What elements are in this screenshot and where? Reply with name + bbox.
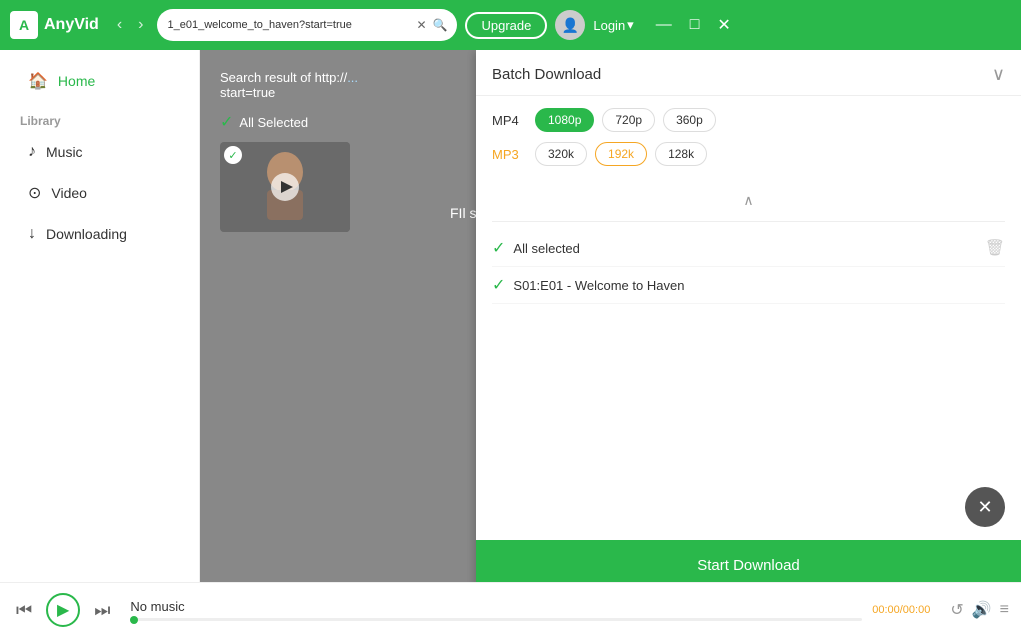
sidebar-music-label: Music: [46, 144, 83, 160]
sidebar: 🏠 Home Library ♪ Music ⊙ Video ↓ Downloa…: [0, 50, 200, 582]
player-bar: ⏮ ▶ ⏭ No music 00:00/00:00 ↺ 🔊 ≡: [0, 582, 1021, 637]
sidebar-video-label: Video: [51, 185, 87, 201]
batch-collapse-button[interactable]: ∨: [992, 64, 1005, 85]
table-row: ✓ S01:E01 - Welcome to Haven: [492, 267, 1005, 304]
mp4-row: MP4 1080p 720p 360p: [492, 108, 1005, 132]
logo-area: A AnyVid: [10, 11, 99, 39]
start-download-button[interactable]: Start Download: [476, 540, 1021, 582]
progress-dot: [130, 616, 138, 624]
login-button[interactable]: Login ▾: [593, 17, 633, 33]
url-text: 1_e01_welcome_to_haven?start=true: [167, 19, 410, 31]
resolution-1080p-button[interactable]: 1080p: [535, 108, 594, 132]
sidebar-item-downloading[interactable]: ↓ Downloading: [8, 215, 191, 253]
playlist-button[interactable]: ≡: [1000, 601, 1009, 619]
all-selected-check-icon: ✓: [220, 112, 233, 132]
repeat-button[interactable]: ↺: [950, 600, 963, 620]
content-area: Search result of http://... start=true ✓…: [200, 50, 1021, 582]
forward-button[interactable]: ›: [132, 14, 149, 36]
play-icon: ▶: [57, 600, 69, 620]
main-area: 🏠 Home Library ♪ Music ⊙ Video ↓ Downloa…: [0, 50, 1021, 582]
app-name: AnyVid: [44, 16, 99, 34]
close-circle-icon: ✕: [977, 497, 992, 518]
url-clear-button[interactable]: ✕: [416, 18, 426, 32]
music-icon: ♪: [28, 143, 36, 161]
format-section: MP4 1080p 720p 360p MP3 320k 192k 128k: [476, 96, 1021, 188]
video-icon: ⊙: [28, 183, 41, 203]
sidebar-item-video[interactable]: ⊙ Video: [8, 173, 191, 213]
sidebar-downloading-label: Downloading: [46, 226, 127, 242]
logo-icon: A: [10, 11, 38, 39]
player-time: 00:00/00:00: [872, 604, 930, 616]
item-check-icon: ✓: [492, 275, 505, 295]
video-thumbnail: ✓: [220, 142, 350, 232]
player-progress[interactable]: [130, 618, 862, 621]
app-window: A AnyVid ‹ › 1_e01_welcome_to_haven?star…: [0, 0, 1021, 637]
prev-track-icon: ⏮: [16, 600, 32, 620]
mp3-row: MP3 320k 192k 128k: [492, 142, 1005, 166]
resolution-720p-button[interactable]: 720p: [602, 108, 655, 132]
next-track-icon: ⏭: [94, 600, 110, 620]
nav-arrows: ‹ ›: [111, 14, 150, 36]
repeat-icon: ↺: [950, 602, 963, 619]
bitrate-128k-button[interactable]: 128k: [655, 142, 707, 166]
window-controls: — □ ✕: [650, 13, 737, 37]
title-bar: A AnyVid ‹ › 1_e01_welcome_to_haven?star…: [0, 0, 1021, 50]
bitrate-320k-button[interactable]: 320k: [535, 142, 587, 166]
volume-button[interactable]: 🔊: [972, 600, 992, 620]
bitrate-192k-button[interactable]: 192k: [595, 142, 647, 166]
item-label: S01:E01 - Welcome to Haven: [513, 278, 1005, 293]
maximize-button[interactable]: □: [684, 13, 706, 37]
all-selected-row: ✓ All selected 🗑: [492, 230, 1005, 267]
mp3-label: MP3: [492, 147, 527, 162]
play-button[interactable]: ▶: [46, 593, 80, 627]
library-heading: Library: [0, 102, 199, 132]
sidebar-item-music[interactable]: ♪ Music: [8, 133, 191, 171]
thumbnail-check-icon: ✓: [224, 146, 242, 164]
close-panel-button[interactable]: ✕: [965, 487, 1005, 527]
all-selected-item-check-icon: ✓: [492, 238, 505, 258]
player-actions: ↺ 🔊 ≡: [950, 600, 1009, 620]
delete-all-button[interactable]: 🗑: [985, 238, 1005, 258]
search-icon[interactable]: 🔍: [433, 18, 448, 32]
resolution-360p-button[interactable]: 360p: [663, 108, 716, 132]
url-bar: 1_e01_welcome_to_haven?start=true ✕ 🔍: [157, 9, 457, 41]
batch-header: Batch Download ∨: [476, 50, 1021, 96]
upgrade-button[interactable]: Upgrade: [465, 12, 547, 39]
avatar-icon: 👤: [562, 17, 579, 34]
chevron-up-icon: ∧: [743, 192, 753, 209]
home-icon: 🏠: [28, 71, 48, 91]
prev-track-button[interactable]: ⏮: [12, 596, 36, 625]
minimize-button[interactable]: —: [650, 13, 678, 37]
close-button[interactable]: ✕: [711, 13, 736, 37]
sidebar-item-home[interactable]: 🏠 Home: [8, 61, 191, 101]
dropdown-arrow-icon: ▾: [627, 17, 634, 33]
next-track-button[interactable]: ⏭: [90, 596, 114, 625]
avatar: 👤: [555, 10, 585, 40]
all-selected-label: All Selected: [239, 115, 308, 130]
batch-title: Batch Download: [492, 66, 601, 83]
chevron-up-button[interactable]: ∧: [476, 188, 1021, 213]
all-selected-item-label: All selected: [513, 241, 984, 256]
format-divider: [492, 221, 1005, 222]
batch-download-panel: Batch Download ∨ MP4 1080p 720p 360p MP3…: [476, 50, 1021, 582]
playlist-icon: ≡: [1000, 601, 1009, 618]
volume-icon: 🔊: [972, 602, 992, 619]
items-section: ✓ All selected 🗑 ✓ S01:E01 - Welcome to …: [476, 230, 1021, 540]
mp4-label: MP4: [492, 113, 527, 128]
sidebar-home-label: Home: [58, 73, 95, 89]
player-title: No music: [130, 599, 862, 614]
player-info: No music: [130, 599, 862, 621]
download-icon: ↓: [28, 225, 36, 243]
back-button[interactable]: ‹: [111, 14, 128, 36]
